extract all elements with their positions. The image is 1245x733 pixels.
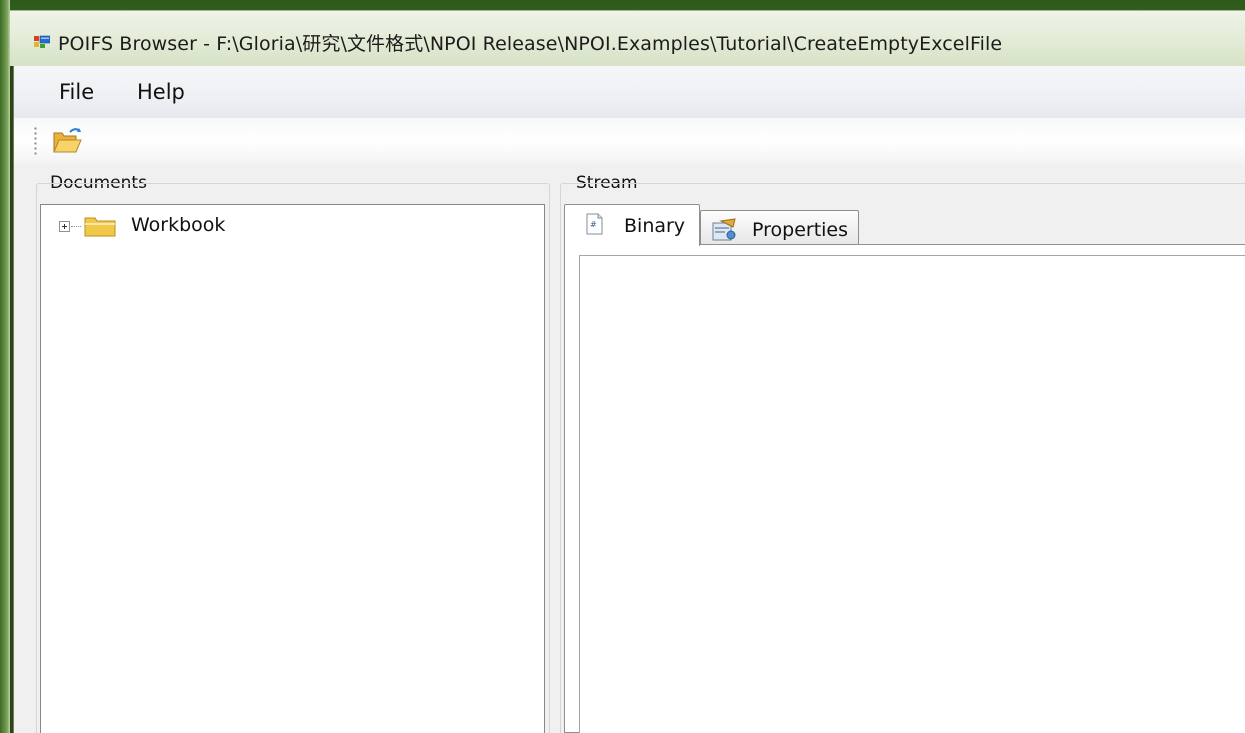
window-left-border	[0, 0, 10, 733]
binary-doc-icon: #	[586, 213, 603, 235]
menu-help[interactable]: Help	[137, 80, 185, 104]
window-title: POIFS Browser - F:\Gloria\研究\文件格式\NPOI R…	[58, 33, 1003, 55]
tab-properties-label: Properties	[752, 219, 849, 241]
tree-node-label[interactable]: Workbook	[131, 214, 225, 236]
toolbar-grip[interactable]	[34, 126, 37, 156]
tab-binary[interactable]: # Binary	[564, 204, 700, 246]
menu-bar: File Help	[14, 66, 1245, 118]
window-frame: POIFS Browser - F:\Gloria\研究\文件格式\NPOI R…	[0, 0, 1245, 733]
open-folder-icon[interactable]	[50, 124, 84, 156]
menu-file[interactable]: File	[59, 80, 94, 104]
title-bar[interactable]: POIFS Browser - F:\Gloria\研究\文件格式\NPOI R…	[10, 10, 1245, 66]
plus-expander-icon[interactable]	[59, 221, 70, 232]
documents-tree[interactable]: Workbook	[40, 204, 545, 733]
binary-view-area[interactable]	[579, 255, 1245, 733]
tab-binary-label: Binary	[624, 215, 686, 237]
tree-connector-line	[71, 226, 81, 227]
folder-icon	[84, 217, 116, 237]
client-area: File Help Documents Workbook Stream # Bi…	[13, 66, 1245, 733]
svg-text:#: #	[590, 220, 597, 229]
tab-page-binary	[564, 244, 1245, 733]
properties-icon	[712, 218, 736, 241]
window-app-icon[interactable]	[34, 33, 50, 49]
toolbar	[14, 118, 1245, 164]
